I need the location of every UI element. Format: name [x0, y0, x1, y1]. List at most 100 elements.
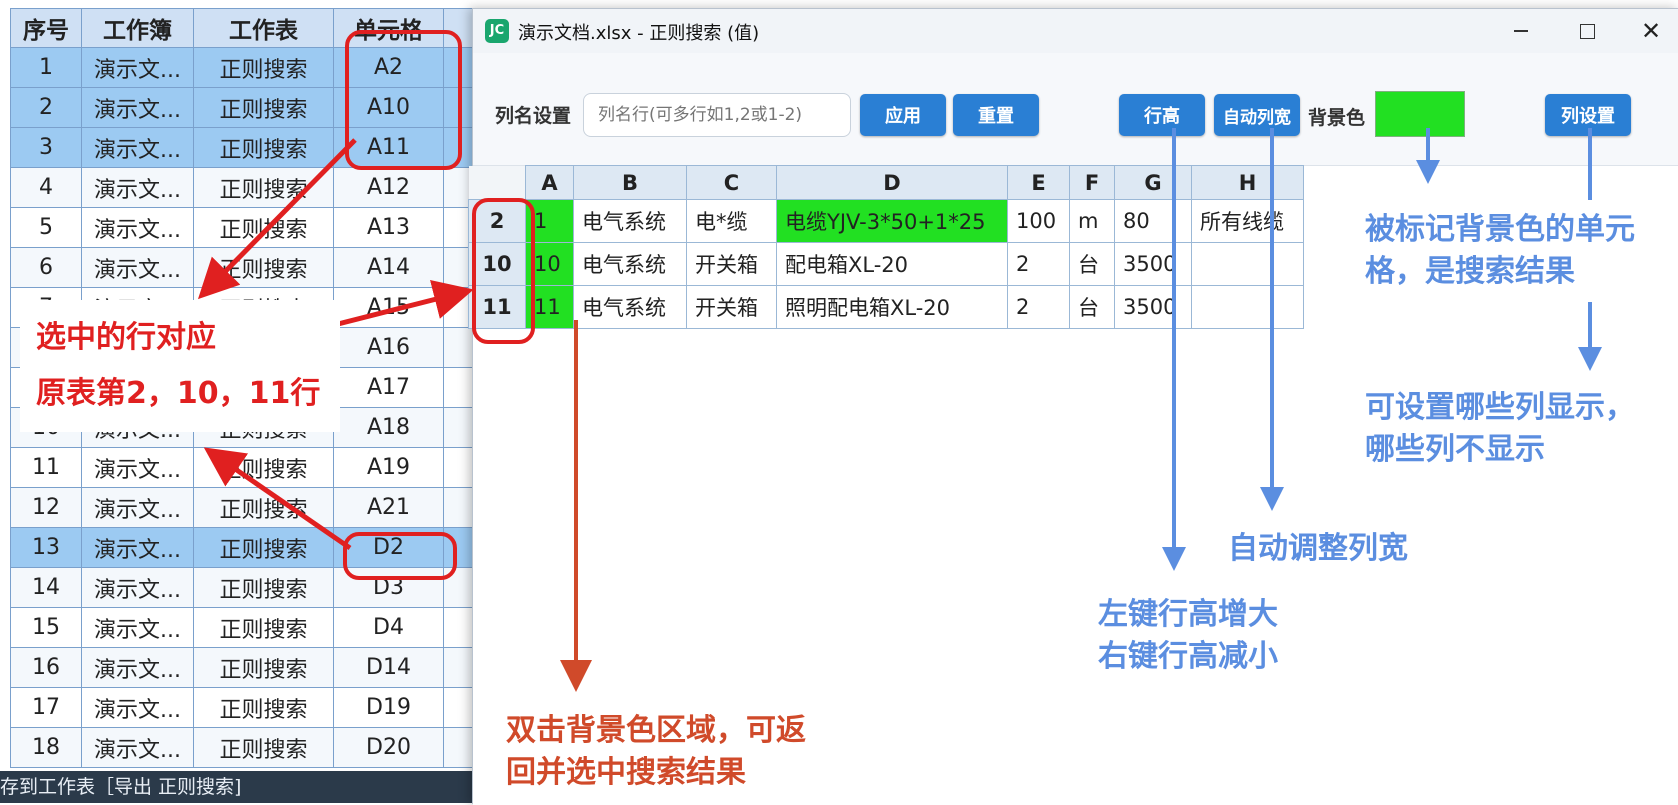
worksheet-cell[interactable]: 正则搜索	[193, 567, 334, 608]
grid-cell[interactable]: 开关箱	[686, 285, 777, 329]
grid-cell[interactable]: 开关箱	[686, 242, 777, 286]
cell-ref-cell[interactable]: A19	[333, 447, 444, 488]
grid-col-header[interactable]: A	[525, 165, 574, 200]
grid-row[interactable]: 11 11 电气系统 开关箱 照明配电箱XL-20 2 台 3500	[468, 285, 1304, 329]
workbook-cell[interactable]: 演示文...	[81, 247, 194, 288]
col-header-worksheet[interactable]: 工作表	[193, 8, 334, 48]
worksheet-cell[interactable]: 正则搜索	[193, 487, 334, 528]
row-no-cell[interactable]: 6	[10, 247, 82, 288]
table-row[interactable]: 1 演示文... 正则搜索 A2	[10, 47, 484, 88]
grid-cell[interactable]: 台	[1069, 242, 1115, 286]
maximize-button[interactable]	[1559, 13, 1615, 49]
grid-cell[interactable]: 2	[1007, 285, 1070, 329]
workbook-cell[interactable]: 演示文...	[81, 207, 194, 248]
grid-cell[interactable]: 100	[1007, 199, 1070, 243]
row-no-cell[interactable]: 2	[10, 87, 82, 128]
grid-row[interactable]: 10 10 电气系统 开关箱 配电箱XL-20 2 台 3500	[468, 242, 1304, 286]
col-header-no[interactable]: 序号	[10, 8, 82, 48]
grid-cell[interactable]	[1191, 242, 1304, 286]
table-row[interactable]: 15 演示文... 正则搜索 D4	[10, 607, 484, 648]
grid-col-header[interactable]: E	[1007, 165, 1070, 200]
grid-cell[interactable]: 配电箱XL-20	[776, 242, 1008, 286]
grid-cell[interactable]: 10	[525, 242, 574, 286]
cell-ref-cell[interactable]: D3	[333, 567, 444, 608]
row-no-cell[interactable]: 4	[10, 167, 82, 208]
minimize-button[interactable]	[1493, 13, 1549, 49]
workbook-cell[interactable]: 演示文...	[81, 487, 194, 528]
grid-cell[interactable]: 2	[1007, 242, 1070, 286]
workbook-cell[interactable]: 演示文...	[81, 567, 194, 608]
grid-row[interactable]: 2 1 电气系统 电*缆 电缆YJV-3*50+1*25 100 m 80 所有线缆	[468, 199, 1304, 243]
close-button[interactable]: ✕	[1623, 13, 1678, 49]
row-height-button[interactable]: 行高	[1119, 94, 1205, 136]
cell-ref-cell[interactable]: A16	[333, 327, 444, 368]
workbook-cell[interactable]: 演示文...	[81, 607, 194, 648]
grid-cell[interactable]: 电气系统	[573, 242, 687, 286]
workbook-cell[interactable]: 演示文...	[81, 87, 194, 128]
grid-cell[interactable]: 电气系统	[573, 285, 687, 329]
bg-color-swatch[interactable]	[1375, 91, 1465, 137]
workbook-cell[interactable]: 演示文...	[81, 687, 194, 728]
reset-button[interactable]: 重置	[953, 94, 1039, 136]
grid-col-header[interactable]: C	[686, 165, 777, 200]
table-row[interactable]: 14 演示文... 正则搜索 D3	[10, 567, 484, 608]
cell-ref-cell[interactable]: A15	[333, 287, 444, 328]
col-header-workbook[interactable]: 工作簿	[81, 8, 194, 48]
title-bar[interactable]: JC 演示文档.xlsx - 正则搜索 (值) ✕	[473, 9, 1678, 53]
grid-cell[interactable]: 电缆YJV-3*50+1*25	[776, 199, 1008, 243]
grid-cell[interactable]: 台	[1069, 285, 1115, 329]
table-row[interactable]: 3 演示文... 正则搜索 A11	[10, 127, 484, 168]
table-row[interactable]: 18 演示文... 正则搜索 D20	[10, 727, 484, 768]
row-no-cell[interactable]: 18	[10, 727, 82, 768]
worksheet-cell[interactable]: 正则搜索	[193, 247, 334, 288]
table-row[interactable]: 5 演示文... 正则搜索 A13	[10, 207, 484, 248]
workbook-cell[interactable]: 演示文...	[81, 167, 194, 208]
cell-ref-cell[interactable]: A21	[333, 487, 444, 528]
table-row[interactable]: 11 演示文... 正则搜索 A19	[10, 447, 484, 488]
grid-row-number[interactable]: 10	[468, 242, 526, 286]
row-no-cell[interactable]: 3	[10, 127, 82, 168]
worksheet-cell[interactable]: 正则搜索	[193, 127, 334, 168]
cell-ref-cell[interactable]: A18	[333, 407, 444, 448]
cell-ref-cell[interactable]: A12	[333, 167, 444, 208]
col-name-input[interactable]	[583, 93, 851, 137]
cell-ref-cell[interactable]: D19	[333, 687, 444, 728]
workbook-cell[interactable]: 演示文...	[81, 527, 194, 568]
worksheet-cell[interactable]: 正则搜索	[193, 647, 334, 688]
grid-row-number[interactable]: 2	[468, 199, 526, 243]
grid-cell[interactable]: 电*缆	[686, 199, 777, 243]
row-no-cell[interactable]: 11	[10, 447, 82, 488]
grid-cell[interactable]: 80	[1114, 199, 1192, 243]
row-no-cell[interactable]: 15	[10, 607, 82, 648]
row-no-cell[interactable]: 13	[10, 527, 82, 568]
worksheet-cell[interactable]: 正则搜索	[193, 607, 334, 648]
cell-ref-cell[interactable]: D20	[333, 727, 444, 768]
worksheet-cell[interactable]: 正则搜索	[193, 167, 334, 208]
workbook-cell[interactable]: 演示文...	[81, 47, 194, 88]
cell-ref-cell[interactable]: A2	[333, 47, 444, 88]
table-row[interactable]: 12 演示文... 正则搜索 A21	[10, 487, 484, 528]
grid-cell[interactable]: 电气系统	[573, 199, 687, 243]
row-no-cell[interactable]: 17	[10, 687, 82, 728]
grid-row-number[interactable]: 11	[468, 285, 526, 329]
grid-col-header[interactable]: H	[1191, 165, 1304, 200]
col-header-cell[interactable]: 单元格	[333, 8, 444, 48]
row-no-cell[interactable]: 12	[10, 487, 82, 528]
cell-ref-cell[interactable]: D2	[333, 527, 444, 568]
grid-cell[interactable]: m	[1069, 199, 1115, 243]
cell-ref-cell[interactable]: A10	[333, 87, 444, 128]
grid-col-header[interactable]: F	[1069, 165, 1115, 200]
grid-cell[interactable]: 3500	[1114, 242, 1192, 286]
cell-ref-cell[interactable]: A17	[333, 367, 444, 408]
grid-col-header[interactable]: G	[1114, 165, 1192, 200]
cell-ref-cell[interactable]: D14	[333, 647, 444, 688]
worksheet-cell[interactable]: 正则搜索	[193, 447, 334, 488]
workbook-cell[interactable]: 演示文...	[81, 727, 194, 768]
row-no-cell[interactable]: 1	[10, 47, 82, 88]
workbook-cell[interactable]: 演示文...	[81, 647, 194, 688]
table-row[interactable]: 16 演示文... 正则搜索 D14	[10, 647, 484, 688]
worksheet-cell[interactable]: 正则搜索	[193, 727, 334, 768]
workbook-cell[interactable]: 演示文...	[81, 447, 194, 488]
table-row[interactable]: 2 演示文... 正则搜索 A10	[10, 87, 484, 128]
worksheet-cell[interactable]: 正则搜索	[193, 87, 334, 128]
